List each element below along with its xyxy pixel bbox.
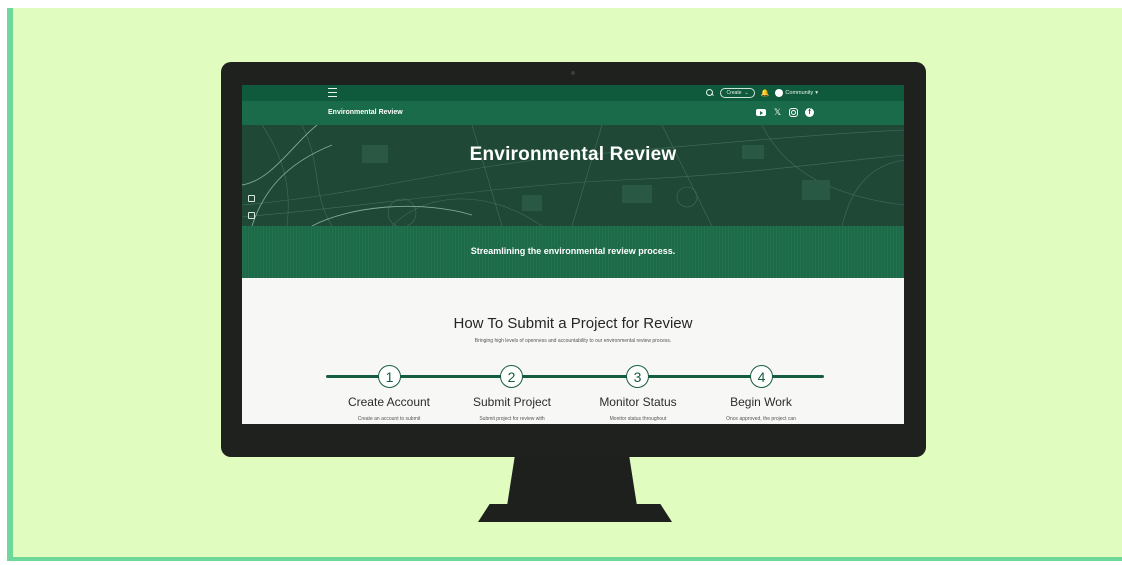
hero-banner: Environmental Review	[242, 125, 904, 226]
step-number-circle: 4	[750, 365, 773, 388]
search-icon[interactable]	[706, 89, 714, 97]
step-title: Create Account	[347, 395, 431, 409]
camera-dot	[571, 71, 575, 75]
section-title: How To Submit a Project for Review	[453, 315, 693, 332]
tagline: Streamlining the environmental review pr…	[470, 246, 676, 256]
step-description: Create an account to submit	[357, 416, 421, 422]
monitor-screen: Create ⌄ 🔔 Community ▾ Environmental Rev…	[242, 85, 904, 424]
tagline-band: Streamlining the environmental review pr…	[242, 226, 904, 278]
step-description: Submit project for review with	[479, 416, 545, 422]
step-number-circle: 2	[500, 365, 523, 388]
city-map-background	[242, 125, 904, 226]
avatar	[775, 89, 784, 97]
bell-icon[interactable]: 🔔	[761, 90, 770, 97]
step-title: Monitor Status	[599, 395, 677, 409]
step-description: Monitor status throughout	[609, 416, 667, 422]
instagram-icon[interactable]	[789, 108, 798, 117]
top-nav-bar: Create ⌄ 🔔 Community ▾	[242, 85, 904, 101]
facebook-icon[interactable]: f	[805, 108, 814, 117]
step-number-circle: 1	[378, 365, 401, 388]
x-icon[interactable]: 𝕏	[773, 108, 782, 117]
steps-section: How To Submit a Project for Review Bring…	[242, 278, 904, 424]
section-subtitle: Bringing high levels of openness and acc…	[474, 338, 672, 344]
caret-down-icon: ▾	[815, 90, 818, 96]
step-number-circle: 3	[626, 365, 649, 388]
step-title: Submit Project	[472, 395, 552, 409]
create-button[interactable]: Create ⌄	[720, 88, 755, 98]
hero-title: Environmental Review	[469, 144, 677, 165]
monitor-stand-neck	[507, 456, 637, 506]
site-header: Environmental Review 𝕏 f	[242, 101, 904, 125]
top-nav-actions: Create ⌄ 🔔 Community ▾	[706, 87, 818, 99]
create-button-label: Create	[726, 90, 742, 96]
community-menu[interactable]: Community ▾	[775, 89, 818, 97]
community-label: Community	[785, 90, 814, 96]
step-description: Once approved, the project can	[726, 416, 796, 422]
step-title: Begin Work	[730, 395, 792, 409]
site-title[interactable]: Environmental Review	[328, 109, 403, 116]
menu-icon[interactable]	[328, 88, 337, 97]
monitor-stand-base	[478, 504, 672, 522]
chevron-down-icon: ⌄	[744, 90, 749, 96]
youtube-icon[interactable]	[756, 109, 766, 116]
side-toolbar	[248, 195, 255, 219]
share-icon[interactable]	[248, 212, 255, 219]
image-icon[interactable]	[248, 195, 255, 202]
social-links: 𝕏 f	[756, 108, 814, 117]
